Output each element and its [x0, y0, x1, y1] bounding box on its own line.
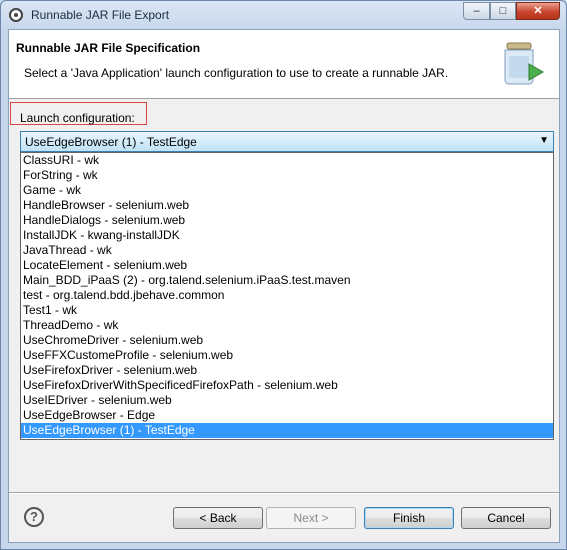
list-item[interactable]: UseEdgeBrowser (1) - TestEdge	[21, 423, 553, 438]
list-item[interactable]: Main_BDD_iPaaS (2) - org.talend.selenium…	[21, 273, 553, 288]
list-item[interactable]: UseIEDriver - selenium.web	[21, 393, 553, 408]
title-bar[interactable]: Runnable JAR File Export – □ ✕	[1, 1, 566, 29]
launch-configuration-combo[interactable]: UseEdgeBrowser (1) - TestEdge ▼	[20, 131, 554, 152]
maximize-button[interactable]: □	[490, 2, 516, 20]
list-item[interactable]: LocateElement - selenium.web	[21, 258, 553, 273]
list-item[interactable]: JavaThread - wk	[21, 243, 553, 258]
export-wizard-window: Runnable JAR File Export – □ ✕ Runnable …	[0, 0, 567, 550]
combo-selected-value: UseEdgeBrowser (1) - TestEdge	[25, 135, 197, 149]
list-item[interactable]: Test1 - wk	[21, 303, 553, 318]
chevron-down-icon[interactable]: ▼	[539, 135, 549, 146]
list-item[interactable]: UseFirefoxDriverWithSpecificedFirefoxPat…	[21, 378, 553, 393]
list-item[interactable]: ThreadDemo - wk	[21, 318, 553, 333]
list-item[interactable]: Game - wk	[21, 183, 553, 198]
wizard-header: Runnable JAR File Specification Select a…	[9, 30, 559, 99]
jar-export-icon	[504, 42, 545, 85]
window-title: Runnable JAR File Export	[31, 8, 170, 22]
finish-button[interactable]: Finish	[364, 507, 454, 529]
list-item[interactable]: HandleBrowser - selenium.web	[21, 198, 553, 213]
close-button[interactable]: ✕	[516, 2, 560, 20]
list-item[interactable]: HandleDialogs - selenium.web	[21, 213, 553, 228]
back-button[interactable]: < Back	[173, 507, 263, 529]
launch-configuration-list[interactable]: ClassURI - wk ForString - wk Game - wk Hand…	[20, 152, 554, 440]
list-item[interactable]: ForString - wk	[21, 168, 553, 183]
list-item[interactable]: test - org.talend.bdd.jbehave.common	[21, 288, 553, 303]
list-item[interactable]: UseFirefoxDriver - selenium.web	[21, 363, 553, 378]
cancel-button[interactable]: Cancel	[461, 507, 551, 529]
list-item[interactable]: InstallJDK - kwang-installJDK	[21, 228, 553, 243]
list-item[interactable]: UseChromeDriver - selenium.web	[21, 333, 553, 348]
list-item[interactable]: UseEdgeBrowser - Edge	[21, 408, 553, 423]
help-icon[interactable]: ?	[24, 507, 44, 527]
page-title: Runnable JAR File Specification	[16, 41, 201, 55]
page-description: Select a 'Java Application' launch confi…	[24, 66, 449, 80]
next-button: Next >	[266, 507, 356, 529]
list-item[interactable]: UseFFXCustomeProfile - selenium.web	[21, 348, 553, 363]
minimize-button[interactable]: –	[463, 2, 490, 20]
launch-configuration-label: Launch configuration:	[10, 102, 147, 125]
list-item[interactable]: ClassURI - wk	[21, 153, 553, 168]
footer-separator	[9, 492, 559, 494]
wizard-client-area: Runnable JAR File Specification Select a…	[8, 29, 560, 543]
eclipse-icon	[9, 8, 23, 22]
